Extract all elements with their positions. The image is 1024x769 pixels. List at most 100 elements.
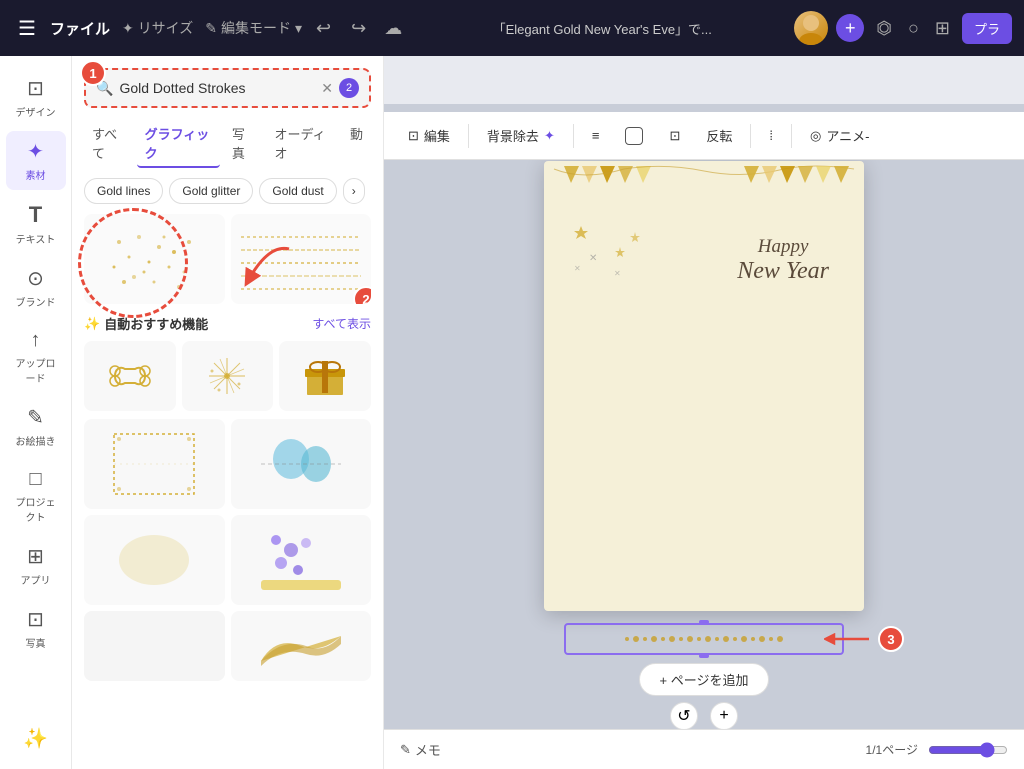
- pencil-icon: ✎: [205, 20, 217, 37]
- graphic-item-3[interactable]: [84, 419, 225, 509]
- graphic-item-8[interactable]: [231, 611, 372, 681]
- happy-new-year: Happy New Year: [737, 236, 829, 285]
- menu-icon[interactable]: ☰: [12, 10, 42, 47]
- graphic-item-4[interactable]: [231, 419, 372, 509]
- memo-btn[interactable]: ✎ メモ: [400, 740, 441, 759]
- share-plus-btn[interactable]: +: [836, 14, 864, 42]
- auto-recommend-title: ✨ 自動おすすめ機能: [84, 314, 208, 333]
- page-nav: 1/1ページ: [866, 741, 1008, 758]
- dotted-strip[interactable]: [564, 623, 844, 655]
- flip-btn[interactable]: 反転: [698, 122, 740, 149]
- tab-photos[interactable]: 写真: [224, 120, 263, 168]
- sidebar-item-elements[interactable]: ✦ 素材: [6, 131, 66, 190]
- dot: [759, 636, 765, 642]
- step3-badge: 3: [878, 626, 904, 652]
- tab-graphics[interactable]: グラフィック: [137, 120, 220, 168]
- main-layout: ⊡ デザイン ✦ 素材 T テキスト ⊙ ブランド ↑ アップロード ✎ お絵描…: [0, 56, 1024, 769]
- recommend-item-3[interactable]: [279, 341, 371, 411]
- tab-more[interactable]: 動: [342, 120, 371, 168]
- crop-icon: ⊡: [669, 128, 680, 144]
- animate-icon: ◎: [810, 128, 821, 144]
- rotate-btn[interactable]: ↺: [670, 702, 698, 730]
- photos-icon: ⊡: [27, 607, 44, 632]
- filter-chip-gold-glitter[interactable]: Gold glitter: [169, 178, 253, 204]
- graphic-item-6[interactable]: [231, 515, 372, 605]
- bottom-panel-rows: [84, 419, 371, 509]
- canvas-area: 🔒 ⧉ ⊕: [384, 104, 1024, 769]
- dot: [723, 636, 729, 642]
- sidebar-item-text[interactable]: T テキスト: [6, 194, 66, 254]
- file-menu[interactable]: ファイル: [50, 18, 110, 39]
- bg-remove-suffix: ✦: [544, 128, 555, 144]
- dot: [777, 636, 783, 642]
- sparkle-icon: ✨: [23, 726, 48, 751]
- animate-btn[interactable]: ◎ アニメ-: [802, 122, 877, 149]
- sparkle-icon: ✨: [84, 316, 100, 332]
- recommend-item-1[interactable]: [84, 341, 176, 411]
- redo-btn[interactable]: ↪: [345, 14, 372, 43]
- bg-remove-btn[interactable]: 背景除去 ✦: [479, 122, 563, 149]
- sidebar-item-apps[interactable]: ⊞ アプリ: [6, 536, 66, 595]
- resize-btn[interactable]: ✦ リサイズ: [122, 18, 193, 38]
- sidebar-item-photos[interactable]: ⊡ 写真: [6, 599, 66, 658]
- add-page-btn[interactable]: + ページを追加: [639, 663, 770, 696]
- edit-mode-btn[interactable]: ✎ 編集モード ▾: [205, 18, 302, 38]
- step3-annotation: 3: [824, 626, 904, 652]
- sidebar-item-draw[interactable]: ✎ お絵描き: [6, 397, 66, 456]
- svg-text:✕: ✕: [614, 269, 621, 278]
- search-bar[interactable]: 🔍 ✕ 2: [84, 68, 371, 108]
- sidebar-item-brand[interactable]: ⊙ ブランド: [6, 258, 66, 317]
- more-icon: ⁞: [769, 128, 773, 143]
- show-all-btn[interactable]: すべて表示: [312, 315, 371, 332]
- tab-all[interactable]: すべて: [84, 120, 133, 168]
- cloud-icon[interactable]: ☁: [380, 14, 406, 43]
- clear-icon[interactable]: ✕: [321, 80, 333, 97]
- plan-btn[interactable]: プラ: [962, 13, 1012, 44]
- editbar-sep-2: [573, 124, 574, 148]
- auto-recommend-section: ✨ 自動おすすめ機能 すべて表示: [84, 314, 371, 411]
- resize-handle-top[interactable]: [699, 620, 709, 624]
- search-input[interactable]: [119, 80, 321, 96]
- resize-handle-bottom[interactable]: [699, 654, 709, 658]
- present-icon[interactable]: ⊞: [931, 14, 954, 43]
- panel-tabs: すべて グラフィック 写真 オーディオ 動: [84, 120, 371, 168]
- filter-chip-gold-lines[interactable]: Gold lines: [84, 178, 163, 204]
- sidebar-item-project[interactable]: □ プロジェクト: [6, 460, 66, 532]
- graphic-item-7[interactable]: [84, 611, 225, 681]
- avatar[interactable]: [794, 11, 828, 45]
- graphic-item-5[interactable]: [84, 515, 225, 605]
- filter-chip-gold-dust[interactable]: Gold dust: [259, 178, 336, 204]
- zoom-slider[interactable]: [928, 742, 1008, 758]
- lines-btn[interactable]: ≡: [584, 124, 608, 147]
- graphic-item-2[interactable]: 2: [231, 214, 372, 304]
- editbar-sep-1: [468, 124, 469, 148]
- comment-icon[interactable]: ○: [904, 14, 923, 43]
- filter-badge[interactable]: 2: [339, 78, 359, 98]
- document-title: 「Elegant Gold New Year's Eve」で...: [418, 19, 786, 38]
- undo-btn[interactable]: ↩: [310, 14, 337, 43]
- recommend-item-2[interactable]: [182, 341, 274, 411]
- auto-recommend-header: ✨ 自動おすすめ機能 すべて表示: [84, 314, 371, 333]
- corner-btn[interactable]: [617, 123, 651, 149]
- tab-audio[interactable]: オーディオ: [266, 120, 338, 168]
- sidebar-item-sparkle[interactable]: ✨: [6, 718, 66, 759]
- search-wrapper: 1 🔍 ✕ 2: [84, 68, 371, 108]
- filter-arrow-btn[interactable]: ›: [343, 178, 365, 204]
- sidebar-item-design[interactable]: ⊡ デザイン: [6, 68, 66, 127]
- chart-icon[interactable]: ⏣: [872, 14, 896, 43]
- elements-icon: ✦: [27, 139, 44, 164]
- resize-icon: ✦: [122, 20, 134, 37]
- corner-icon: [625, 127, 643, 145]
- sidebar-item-upload[interactable]: ↑ アップロード: [6, 321, 66, 393]
- edit-btn[interactable]: ⊡ 編集: [400, 122, 458, 149]
- topbar: ☰ ファイル ✦ リサイズ ✎ 編集モード ▾ ↩ ↪ ☁ 「Elegant G…: [0, 0, 1024, 56]
- graphic-item-1[interactable]: [84, 214, 225, 304]
- dot: [769, 637, 773, 641]
- canvas-document: Happy New Year ✕ ✕ ✕: [544, 161, 864, 611]
- crop-btn[interactable]: ⊡: [661, 124, 688, 148]
- plus-btn[interactable]: +: [710, 702, 738, 730]
- dot: [679, 637, 683, 641]
- step1-badge: 1: [80, 60, 106, 86]
- more-btn[interactable]: ⁞: [761, 124, 781, 147]
- bottom-panel-rows-2: [84, 515, 371, 605]
